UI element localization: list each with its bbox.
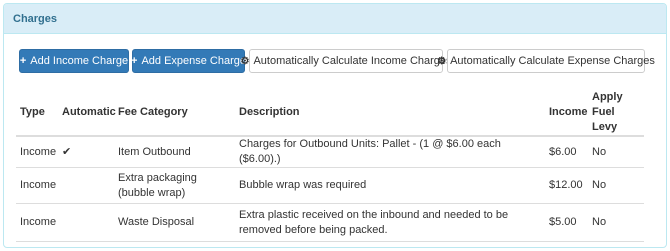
col-header-income: Income bbox=[545, 90, 588, 137]
add-expense-charge-button[interactable]: + Add Expense Charge bbox=[131, 49, 247, 73]
cell-fee-category: Waste Disposal bbox=[114, 203, 235, 242]
add-expense-charge-label: Add Expense Charge bbox=[141, 55, 247, 67]
calc-expense-charges-button[interactable]: ⚙ Automatically Calculate Expense Charge… bbox=[437, 49, 655, 73]
cell-fee-category: Item Outbound bbox=[114, 136, 235, 168]
cell-income: $5.00 bbox=[545, 203, 588, 242]
calc-income-charges-button[interactable]: ⚙ Automatically Calculate Income Charges bbox=[240, 49, 452, 73]
table-row: Income ✔ Item Outbound Charges for Outbo… bbox=[16, 136, 644, 168]
plus-icon: + bbox=[19, 55, 27, 67]
add-income-charge-button[interactable]: + Add Income Charge bbox=[19, 49, 129, 73]
cell-type: Income bbox=[16, 136, 58, 168]
cell-apply-fuel-levy: No bbox=[588, 203, 644, 242]
charges-table: Type Automatic Fee Category Description … bbox=[16, 90, 644, 242]
cell-automatic bbox=[58, 203, 114, 242]
calc-expense-charges-label: Automatically Calculate Expense Charges bbox=[450, 55, 655, 67]
cell-description: Extra plastic received on the inbound an… bbox=[235, 203, 545, 242]
panel-title: Charges bbox=[4, 4, 666, 34]
col-header-fee-category: Fee Category bbox=[114, 90, 235, 137]
table-row: Income Extra packaging (bubble wrap) Bub… bbox=[16, 167, 644, 204]
table-header-row: Type Automatic Fee Category Description … bbox=[16, 90, 644, 137]
cell-description: Bubble wrap was required bbox=[235, 167, 545, 204]
plus-icon: + bbox=[131, 55, 138, 67]
cell-income: $6.00 bbox=[545, 136, 588, 168]
add-income-charge-label: Add Income Charge bbox=[30, 55, 129, 67]
cell-automatic bbox=[58, 167, 114, 204]
cell-apply-fuel-levy: No bbox=[588, 136, 644, 168]
cell-apply-fuel-levy: No bbox=[588, 167, 644, 204]
col-header-description: Description bbox=[235, 90, 545, 137]
check-icon: ✔ bbox=[58, 136, 114, 168]
cell-description: Charges for Outbound Units: Pallet - (1 … bbox=[235, 136, 545, 168]
cell-income: $12.00 bbox=[545, 167, 588, 204]
charges-panel: Charges + Add Income Charge + Add Expens… bbox=[3, 3, 667, 248]
cell-type: Income bbox=[16, 167, 58, 204]
col-header-type: Type bbox=[16, 90, 58, 137]
calc-income-charges-label: Automatically Calculate Income Charges bbox=[253, 55, 452, 67]
col-header-apply-fuel-levy: Apply Fuel Levy bbox=[588, 90, 644, 137]
cell-type: Income bbox=[16, 203, 58, 242]
cell-fee-category: Extra packaging (bubble wrap) bbox=[114, 167, 235, 204]
gear-icon: ⚙ bbox=[240, 55, 250, 67]
table-row: Income Waste Disposal Extra plastic rece… bbox=[16, 203, 644, 242]
col-header-automatic: Automatic bbox=[58, 90, 116, 137]
gear-icon: ⚙ bbox=[437, 55, 447, 67]
